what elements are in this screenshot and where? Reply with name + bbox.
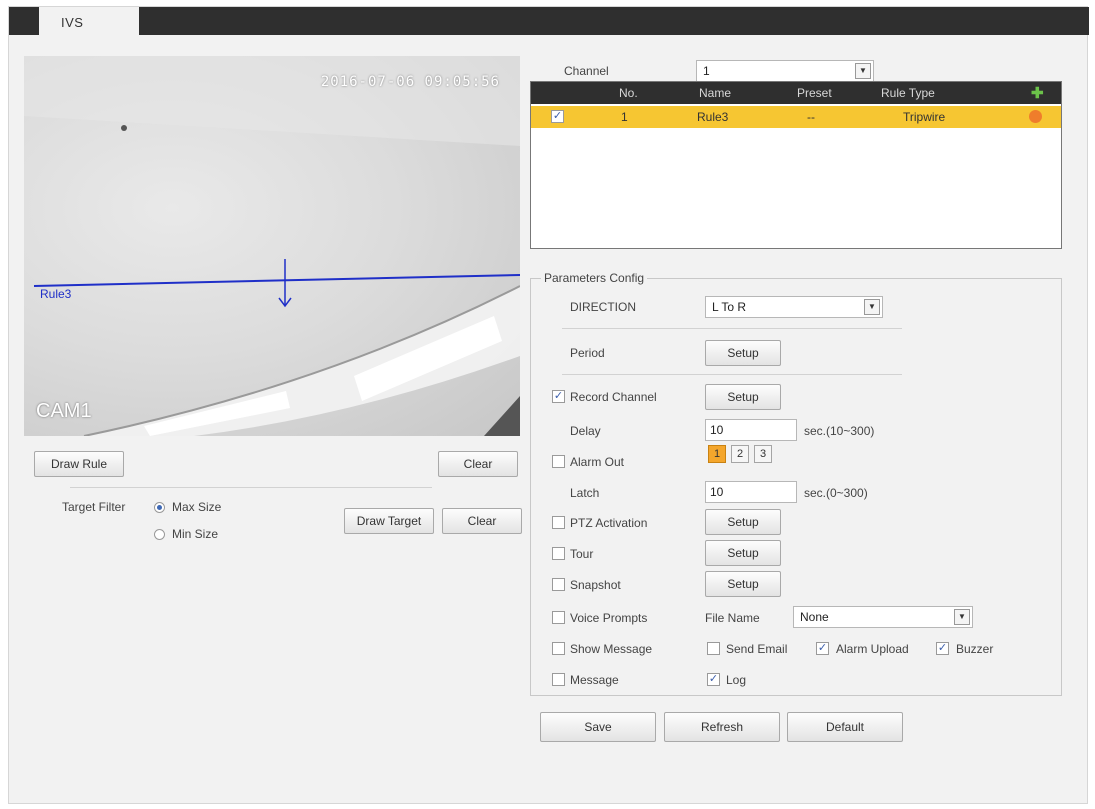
rule-table: No. Name Preset Rule Type ✚ ✓ 1 Rule3 --… [530,81,1062,249]
table-row[interactable]: ✓ 1 Rule3 -- Tripwire [531,106,1061,128]
max-size-radio[interactable] [154,502,165,513]
voice-prompts-checkbox[interactable] [552,611,565,624]
snapshot-setup-button[interactable]: Setup [705,571,781,597]
record-channel-label: Record Channel [570,390,657,404]
send-email-label: Send Email [726,642,788,656]
chevron-down-icon: ▼ [954,609,970,625]
delete-icon[interactable] [1029,110,1042,123]
tour-setup-button[interactable]: Setup [705,540,781,566]
parameters-legend: Parameters Config [541,271,648,285]
tripwire-line [33,274,520,287]
ptz-checkbox[interactable] [552,516,565,529]
alarm-out-checkbox[interactable] [552,455,565,468]
draw-target-button[interactable]: Draw Target [344,508,434,534]
add-icon[interactable]: ✚ [1031,84,1044,102]
min-size-radio[interactable] [154,529,165,540]
snapshot-label: Snapshot [570,578,621,592]
save-button[interactable]: Save [540,712,656,742]
period-label: Period [570,346,605,360]
divider [562,328,902,329]
refresh-button[interactable]: Refresh [664,712,780,742]
log-label: Log [726,673,747,687]
record-channel-checkbox[interactable]: ✓ [552,390,565,403]
top-bar [9,7,1089,35]
chevron-down-icon: ▼ [855,63,871,79]
ptz-setup-button[interactable]: Setup [705,509,781,535]
alarm-upload-checkbox[interactable]: ✓ [816,642,829,655]
max-size-label: Max Size [172,500,222,514]
clear-rule-button[interactable]: Clear [438,451,518,477]
send-email-checkbox[interactable] [707,642,720,655]
ptz-label: PTZ Activation [570,516,648,530]
snapshot-checkbox[interactable] [552,578,565,591]
tour-label: Tour [570,547,594,561]
buzzer-label: Buzzer [956,642,994,656]
delay-range: sec.(10~300) [804,424,875,438]
latch-label: Latch [570,486,600,500]
tour-checkbox[interactable] [552,547,565,560]
timestamp: 2016-07-06 09:05:56 [320,74,500,90]
message-label: Message [570,673,619,687]
show-message-checkbox[interactable] [552,642,565,655]
channel-label: Channel [564,64,609,78]
log-checkbox[interactable]: ✓ [707,673,720,686]
rule-label: Rule3 [40,287,72,301]
chevron-down-icon: ▼ [864,299,880,315]
divider [562,374,902,375]
alarm-output-3[interactable]: 3 [754,445,772,463]
target-filter-label: Target Filter [62,500,126,514]
voice-prompts-label: Voice Prompts [570,611,648,625]
delay-label: Delay [570,424,601,438]
table-header: No. Name Preset Rule Type ✚ [531,82,1061,104]
buzzer-checkbox[interactable]: ✓ [936,642,949,655]
draw-rule-button[interactable]: Draw Rule [34,451,124,477]
camera-label: CAM1 [36,400,92,422]
latch-input[interactable] [705,481,797,503]
record-setup-button[interactable]: Setup [705,384,781,410]
video-preview[interactable]: 2016-07-06 09:05:56 Rule3 CAM1 [24,56,520,436]
alarm-output-2[interactable]: 2 [731,445,749,463]
file-name-select[interactable]: None ▼ [793,606,973,628]
divider [70,487,432,488]
show-message-label: Show Message [570,642,653,656]
alarm-out-label: Alarm Out [570,455,625,469]
default-button[interactable]: Default [787,712,903,742]
message-checkbox[interactable] [552,673,565,686]
direction-label: DIRECTION [570,300,636,314]
delay-input[interactable] [705,419,797,441]
period-setup-button[interactable]: Setup [705,340,781,366]
tab-ivs[interactable]: IVS [39,7,139,37]
direction-select[interactable]: L To R ▼ [705,296,883,318]
row-checkbox[interactable]: ✓ [551,110,564,123]
alarm-output-1[interactable]: 1 [708,445,726,463]
min-size-label: Min Size [172,527,219,541]
latch-range: sec.(0~300) [804,486,868,500]
channel-select[interactable]: 1 ▼ [696,60,874,82]
clear-target-button[interactable]: Clear [442,508,522,534]
file-name-label: File Name [705,611,760,625]
scene-overlay [24,56,520,436]
alarm-upload-label: Alarm Upload [836,642,909,656]
